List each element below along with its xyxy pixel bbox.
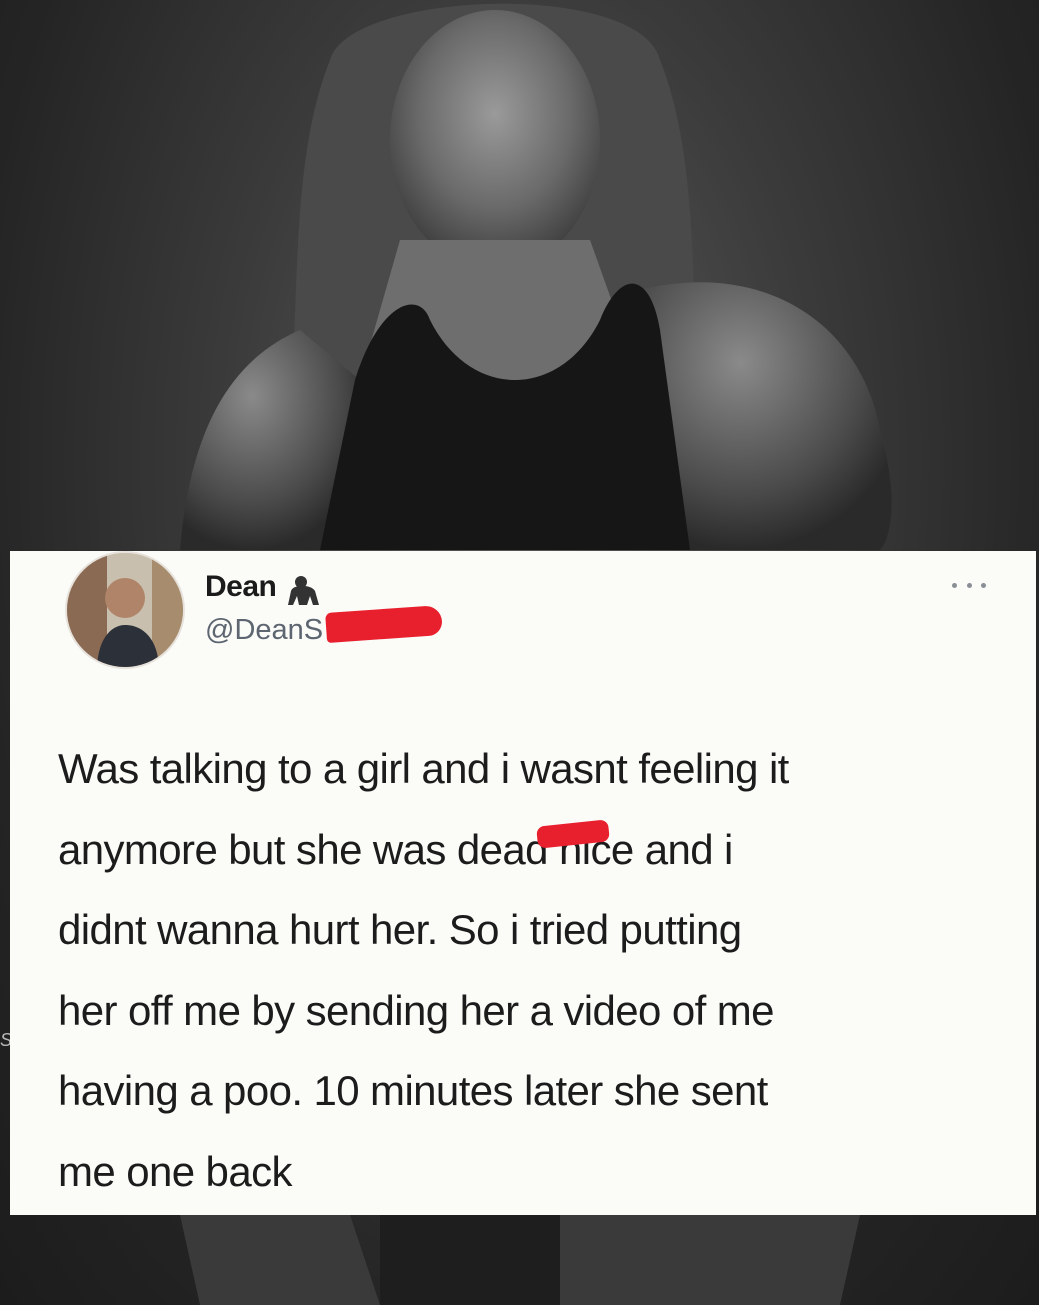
handle-redaction (325, 604, 443, 644)
tweet-card[interactable]: Dean @DeanS Was talking to a girl and i … (10, 551, 1036, 1215)
avatar[interactable] (65, 551, 185, 669)
tweet-text: Was talking to a girl and i wasnt feelin… (58, 745, 789, 1195)
gorilla-icon (288, 576, 319, 605)
avatar-photo (67, 553, 183, 667)
display-name[interactable]: Dean (205, 570, 277, 604)
more-horizontal-icon[interactable] (952, 579, 986, 591)
user-handle[interactable]: @DeanS (205, 614, 323, 647)
